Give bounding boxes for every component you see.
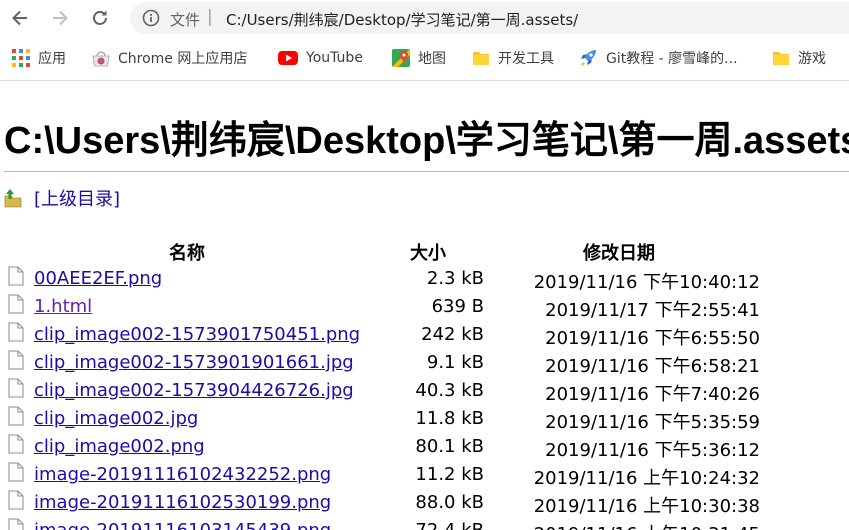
bookmark-label: 应用 xyxy=(38,51,66,67)
bookmark-label: 地图 xyxy=(418,51,446,67)
divider xyxy=(4,171,849,172)
file-size: 242 kB xyxy=(421,324,484,345)
file-modified-date: 2019/11/16 下午7:40:26 xyxy=(545,384,760,405)
reload-button[interactable] xyxy=(88,6,112,30)
bookmark-dev-tools[interactable]: 开发工具 xyxy=(472,48,554,68)
column-header-modified[interactable]: 修改日期 xyxy=(583,239,655,265)
maps-icon xyxy=(392,49,410,67)
file-icon xyxy=(8,434,24,458)
file-icon xyxy=(8,378,24,402)
forward-button[interactable] xyxy=(48,6,72,30)
file-row: image-20191116102530199.png 88.0 kB 2019/1… xyxy=(0,488,849,517)
file-size: 9.1 kB xyxy=(426,352,484,373)
file-link[interactable]: image-20191116102530199.png xyxy=(34,492,331,513)
parent-directory-link[interactable]: [上级目录] xyxy=(34,185,120,211)
file-link[interactable]: image-20191116103145439.png xyxy=(34,520,331,530)
folder-icon xyxy=(473,52,489,65)
file-size: 11.8 kB xyxy=(415,408,484,429)
file-size: 88.0 kB xyxy=(415,492,484,513)
url-text[interactable]: C:/Users/荆纬宸/Desktop/学习笔记/第一周.assets/ xyxy=(226,9,578,30)
file-size: 2.3 kB xyxy=(426,268,484,289)
bookmark-maps[interactable]: 地图 xyxy=(392,48,446,68)
file-row: 00AEE2EF.png 2.3 kB 2019/11/16 下午10:40:12 xyxy=(0,264,849,293)
file-modified-date: 2019/11/16 下午6:58:21 xyxy=(545,356,760,377)
reload-icon xyxy=(93,10,107,25)
file-link[interactable]: clip_image002.png xyxy=(34,436,205,457)
forward-arrow-icon xyxy=(53,10,68,26)
file-icon xyxy=(8,518,24,530)
bookmark-label: Git教程 - 廖雪峰的... xyxy=(606,51,738,67)
file-size: 80.1 kB xyxy=(415,436,484,457)
file-modified-date: 2019/11/16 下午5:35:59 xyxy=(545,412,760,433)
back-arrow-icon xyxy=(12,10,27,26)
file-row: clip_image002-1573901901661.jpg 9.1 kB 201… xyxy=(0,348,849,377)
file-icon xyxy=(8,350,24,374)
file-size: 11.2 kB xyxy=(415,464,484,485)
apps-grid-icon xyxy=(12,49,30,67)
file-link[interactable]: clip_image002-1573904426726.jpg xyxy=(34,380,354,401)
bookmark-youtube[interactable]: YouTube xyxy=(278,48,363,68)
file-icon xyxy=(8,490,24,514)
column-header-name[interactable]: 名称 xyxy=(169,239,205,265)
address-bar[interactable]: 文件 | C:/Users/荆纬宸/Desktop/学习笔记/第一周.asset… xyxy=(130,2,849,34)
up-folder-icon xyxy=(4,189,22,208)
file-modified-date: 2019/11/16 下午5:36:12 xyxy=(545,440,760,461)
file-row: image-20191116102432252.png 11.2 kB 2019/1… xyxy=(0,460,849,489)
rocket-icon xyxy=(581,50,596,66)
scheme-label: 文件 xyxy=(170,11,201,29)
file-modified-date: 2019/11/16 上午10:30:38 xyxy=(533,496,760,517)
file-row: clip_image002-1573904426726.jpg 40.3 kB 20… xyxy=(0,376,849,405)
bookmark-label: 开发工具 xyxy=(498,51,554,67)
chrome-webstore-icon xyxy=(92,51,110,67)
file-modified-date: 2019/11/16 下午6:55:50 xyxy=(545,328,760,349)
column-header-size[interactable]: 大小 xyxy=(410,239,446,265)
file-icon xyxy=(8,322,24,346)
folder-icon xyxy=(773,52,789,65)
file-row: clip_image002-1573901750451.png 242 kB 201… xyxy=(0,320,849,349)
file-link[interactable]: image-20191116102432252.png xyxy=(34,464,331,485)
directory-listing-page: C:\Users\荆纬宸\Desktop\学习笔记\第一周.assets\ [上… xyxy=(0,81,849,530)
file-row: 1.html 639 B 2019/11/17 下午2:55:41 xyxy=(0,292,849,321)
file-modified-date: 2019/11/16 上午10:24:32 xyxy=(533,468,760,489)
youtube-icon xyxy=(278,51,298,65)
file-row: image-20191116103145439.png 72.4 kB 2019/1… xyxy=(0,516,849,530)
file-row: clip_image002.png 80.1 kB 2019/11/16 下午5:3… xyxy=(0,432,849,461)
bookmark-games[interactable]: 游戏 xyxy=(772,48,826,68)
page-title: C:\Users\荆纬宸\Desktop\学习笔记\第一周.assets\ xyxy=(4,120,849,162)
bookmark-label: Chrome 网上应用店 xyxy=(118,51,248,67)
file-row: clip_image002.jpg 11.8 kB 2019/11/16 下午5:3… xyxy=(0,404,849,433)
bookmark-label: YouTube xyxy=(306,50,363,66)
bookmarks-bar: 应用 Chrome 网上应用店 YouTube 地图 开发工具 Git教程 - … xyxy=(0,36,849,81)
file-link[interactable]: clip_image002.jpg xyxy=(34,408,198,429)
back-button[interactable] xyxy=(8,6,32,30)
file-size: 639 B xyxy=(431,296,484,317)
browser-toolbar: 文件 | C:/Users/荆纬宸/Desktop/学习笔记/第一周.asset… xyxy=(0,0,849,36)
file-link[interactable]: 1.html xyxy=(34,296,92,317)
file-modified-date: 2019/11/16 下午10:40:12 xyxy=(533,272,760,293)
file-modified-date: 2019/11/17 下午2:55:41 xyxy=(545,300,760,321)
file-modified-date: 2019/11/16 上午10:31:45 xyxy=(534,520,760,530)
file-size: 72.4 kB xyxy=(415,520,484,530)
file-link[interactable]: 00AEE2EF.png xyxy=(34,268,162,289)
file-icon xyxy=(8,462,24,486)
bookmark-apps[interactable]: 应用 xyxy=(12,48,66,68)
file-link[interactable]: clip_image002-1573901750451.png xyxy=(34,324,360,345)
parent-directory: [上级目录] xyxy=(4,185,120,211)
bookmark-label: 游戏 xyxy=(798,51,826,67)
file-icon xyxy=(8,266,24,290)
info-icon[interactable] xyxy=(142,9,160,31)
file-link[interactable]: clip_image002-1573901901661.jpg xyxy=(34,352,354,373)
bookmark-chrome-webstore[interactable]: Chrome 网上应用店 xyxy=(92,48,247,68)
file-icon xyxy=(8,406,24,430)
bookmark-git-tutorial[interactable]: Git教程 - 廖雪峰的... xyxy=(578,48,738,68)
file-icon xyxy=(8,294,24,318)
scheme-separator: | xyxy=(207,7,213,27)
file-size: 40.3 kB xyxy=(415,380,484,401)
